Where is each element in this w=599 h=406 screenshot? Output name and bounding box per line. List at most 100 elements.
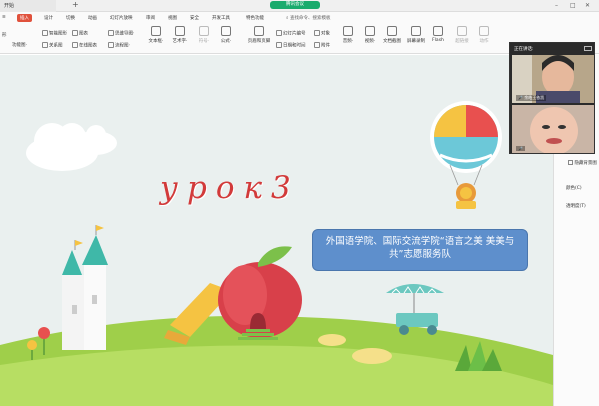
ribbon-symbol-label: 符号· <box>198 39 210 44</box>
ribbon-slide-number-label: 幻灯片编号 <box>283 31 306 37</box>
video-feed-participant-2[interactable]: 🎤 <box>512 105 594 153</box>
maximize-icon[interactable]: □ <box>570 2 576 9</box>
ribbon-audio[interactable]: 音频· <box>336 26 360 44</box>
ribbon-slide-number[interactable]: 幻灯片编号 <box>276 30 306 37</box>
menu-insert[interactable]: 插入 <box>17 14 32 22</box>
command-search[interactable]: ⌕ 查找命令、搜索模板 <box>286 15 330 21</box>
slide-title[interactable]: урок3 <box>160 170 300 206</box>
ribbon-wordart[interactable]: 艺术字· <box>168 26 192 44</box>
link-icon <box>457 26 467 36</box>
meeting-indicator[interactable]: 腾讯会议 <box>270 1 320 9</box>
color-label: 颜色(C) <box>566 186 582 191</box>
apple-house-illustration <box>218 246 302 340</box>
menu-review[interactable]: 审阅 <box>146 15 155 21</box>
ribbon-smartart-label: 智能图形 <box>49 31 67 37</box>
ribbon-flash-label: Flash <box>432 38 444 43</box>
menu-special[interactable]: 特色功能 <box>246 15 264 21</box>
video-icon <box>365 26 375 36</box>
menu-security[interactable]: 安全 <box>190 15 199 21</box>
online-chart-icon <box>72 42 78 48</box>
slide-canvas[interactable]: урок3 外国语学院、国际交流学院“语言之美 美美与共”志愿服务队 <box>0 55 553 406</box>
ribbon-textbox[interactable]: 文本框· <box>144 26 168 44</box>
ribbon-video[interactable]: 视频· <box>358 26 382 44</box>
ribbon-object[interactable]: 对象 <box>314 30 330 37</box>
menu-design[interactable]: 设计 <box>44 15 53 21</box>
menu-developer[interactable]: 开发工具 <box>212 15 230 21</box>
meeting-video-panel[interactable]: 正在讲话: 🎤 余皓王依凯 🎤 <box>509 42 595 154</box>
ribbon-hyperlink-label: 超链接 <box>455 39 469 44</box>
ribbon-online-chart-label: 在线图表 <box>79 43 97 49</box>
tab-start[interactable]: 开始 <box>0 0 56 12</box>
ribbon-flash[interactable]: Flash <box>426 26 450 43</box>
checkbox-icon <box>568 160 573 165</box>
ribbon-screenshot-label: 文档截图 <box>383 39 401 44</box>
castle-illustration <box>62 225 108 350</box>
ribbon-function-chart[interactable]: 功能图· <box>12 42 27 48</box>
ribbon-textbox-label: 文本框· <box>148 39 164 44</box>
menu-animation[interactable]: 动画 <box>88 15 97 21</box>
smartart-icon <box>42 30 48 36</box>
stone-illustration <box>318 334 346 346</box>
ribbon-flowchart-label: 流程图· <box>115 43 130 49</box>
ribbon-flowchart[interactable]: 流程图· <box>108 42 130 49</box>
menu-icon[interactable]: ≡ <box>2 15 6 20</box>
slide-number-icon <box>276 30 282 36</box>
ribbon-attachment[interactable]: 附件 <box>314 42 330 49</box>
layout-icon[interactable] <box>584 46 592 51</box>
ribbon-object-label: 对象 <box>321 31 330 37</box>
ribbon-relation-label: 关系图 <box>49 43 63 49</box>
menu-view[interactable]: 视图 <box>168 15 177 21</box>
slide[interactable]: урок3 外国语学院、国际交流学院“语言之美 美美与共”志愿服务队 <box>0 55 553 406</box>
speaking-label: 正在讲话: <box>514 47 534 52</box>
ribbon-action[interactable]: 动作 <box>472 26 496 44</box>
ribbon-mindmap[interactable]: 思维导图· <box>108 30 134 37</box>
participant-name-text: 余皓王依凯 <box>524 95 545 100</box>
ribbon-smartart[interactable]: 智能图形 <box>42 30 67 37</box>
video-feed-participant-1[interactable]: 🎤 余皓王依凯 <box>512 55 594 103</box>
ribbon-audio-label: 音频· <box>342 39 354 44</box>
object-icon <box>314 30 320 36</box>
hide-background-label: 隐藏背景图 <box>574 161 597 166</box>
ribbon-hyperlink[interactable]: 超链接 <box>450 26 474 44</box>
ribbon-chart-label: 图表 <box>79 31 88 37</box>
meeting-label: 腾讯会议 <box>286 2 304 7</box>
menu-bar: ≡ 插入 设计 切换 动画 幻灯片放映 审阅 视图 安全 开发工具 特色功能 ⌕… <box>0 12 599 24</box>
slide-callout[interactable]: 外国语学院、国际交流学院“语言之美 美美与共”志愿服务队 <box>312 229 528 271</box>
audio-icon <box>343 26 353 36</box>
ribbon-screen-record[interactable]: 屏幕录制 <box>404 26 428 44</box>
participant-name: 🎤 余皓王依凯 <box>516 95 547 101</box>
mic-indicator: 🎤 <box>516 146 525 151</box>
ribbon-formula[interactable]: 公式· <box>214 26 238 44</box>
ribbon-shape[interactable]: 形 <box>2 32 7 38</box>
ribbon-datetime[interactable]: 日期和时间 <box>276 42 306 49</box>
attachment-icon <box>314 42 320 48</box>
screenshot-icon <box>387 26 397 36</box>
ribbon-symbol[interactable]: 符号· <box>192 26 216 44</box>
flash-icon <box>433 26 443 36</box>
transparency-label: 透明度(T) <box>566 204 586 209</box>
title-bar: 开始 + 腾讯会议 – □ ✕ <box>0 0 599 12</box>
cloud-illustration <box>26 123 117 171</box>
minimize-icon[interactable]: – <box>555 2 558 9</box>
close-icon[interactable]: ✕ <box>585 2 590 9</box>
ribbon-chart[interactable]: 图表 <box>72 30 88 37</box>
menu-transition[interactable]: 切换 <box>66 15 75 21</box>
ribbon-screenshot[interactable]: 文档截图 <box>380 26 404 44</box>
ribbon-online-chart[interactable]: 在线图表 <box>72 42 97 49</box>
relation-icon <box>42 42 48 48</box>
ribbon-datetime-label: 日期和时间 <box>283 43 306 49</box>
ribbon-mindmap-label: 思维导图· <box>115 31 135 37</box>
tab-label: 开始 <box>4 3 15 9</box>
hide-background-checkbox[interactable]: 隐藏背景图 <box>568 160 597 166</box>
chart-icon <box>72 30 78 36</box>
mindmap-icon <box>108 30 114 36</box>
calendar-icon <box>276 42 282 48</box>
new-tab-icon[interactable]: + <box>72 0 79 9</box>
ribbon-action-label: 动作 <box>479 39 489 44</box>
textbox-icon <box>151 26 161 36</box>
ribbon-relation[interactable]: 关系图 <box>42 42 63 49</box>
menu-slideshow[interactable]: 幻灯片放映 <box>110 15 133 21</box>
screen-record-icon <box>411 26 421 36</box>
ribbon-header-footer[interactable]: 页眉和页脚 <box>244 26 274 44</box>
ribbon-video-label: 视频· <box>364 39 376 44</box>
